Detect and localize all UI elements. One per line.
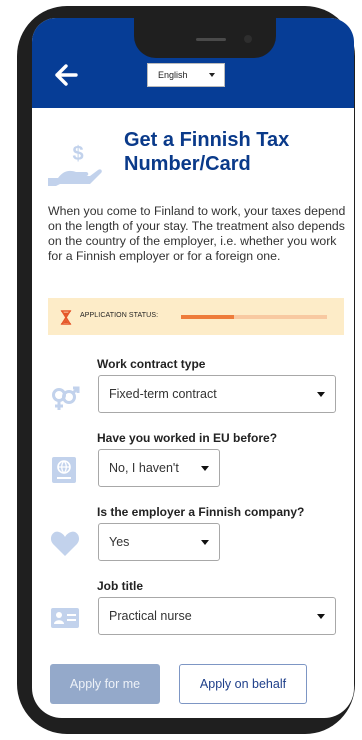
worked-eu-label: Have you worked in EU before? — [97, 431, 278, 445]
heart-icon — [50, 531, 80, 556]
contract-type-select[interactable]: Fixed-term contract — [98, 375, 336, 413]
apply-for-me-button[interactable]: Apply for me — [50, 664, 160, 704]
page-title: Get a Finnish Tax Number/Card — [124, 129, 290, 175]
chevron-down-icon — [201, 540, 209, 545]
intro-text: When you come to Finland to work, your t… — [48, 204, 346, 263]
chevron-down-icon — [317, 392, 325, 397]
hand-dollar-icon: $ — [46, 136, 102, 188]
hourglass-icon — [60, 310, 72, 325]
progress-fill — [181, 315, 234, 319]
worked-eu-select[interactable]: No, I haven't — [98, 449, 220, 487]
chevron-down-icon — [317, 614, 325, 619]
id-card-icon — [51, 608, 79, 628]
finnish-company-label: Is the employer a Finnish company? — [97, 505, 305, 519]
app-screen: English $ Get a Finnish Tax Number/Card … — [32, 18, 354, 718]
worked-eu-value: No, I haven't — [109, 461, 179, 475]
passport-icon — [52, 457, 76, 483]
job-title-select[interactable]: Practical nurse — [98, 597, 336, 635]
camera — [244, 35, 252, 43]
speaker — [196, 38, 226, 41]
language-select[interactable]: English — [147, 63, 225, 87]
chevron-down-icon — [209, 73, 215, 77]
finnish-company-select[interactable]: Yes — [98, 523, 220, 561]
contract-type-label: Work contract type — [97, 357, 206, 371]
progress-track — [181, 315, 327, 319]
phone-notch — [134, 18, 276, 58]
gender-icon — [52, 386, 80, 410]
job-title-value: Practical nurse — [109, 609, 192, 623]
apply-on-behalf-button[interactable]: Apply on behalf — [179, 664, 307, 704]
finnish-company-value: Yes — [109, 535, 130, 549]
application-status: APPLICATION STATUS: — [48, 298, 344, 335]
chevron-down-icon — [201, 466, 209, 471]
status-label: APPLICATION STATUS: — [80, 312, 159, 319]
svg-text:$: $ — [72, 143, 83, 165]
language-value: English — [158, 70, 188, 80]
job-title-label: Job title — [97, 579, 144, 593]
contract-type-value: Fixed-term contract — [109, 387, 217, 401]
arrow-left-icon[interactable] — [54, 63, 78, 91]
